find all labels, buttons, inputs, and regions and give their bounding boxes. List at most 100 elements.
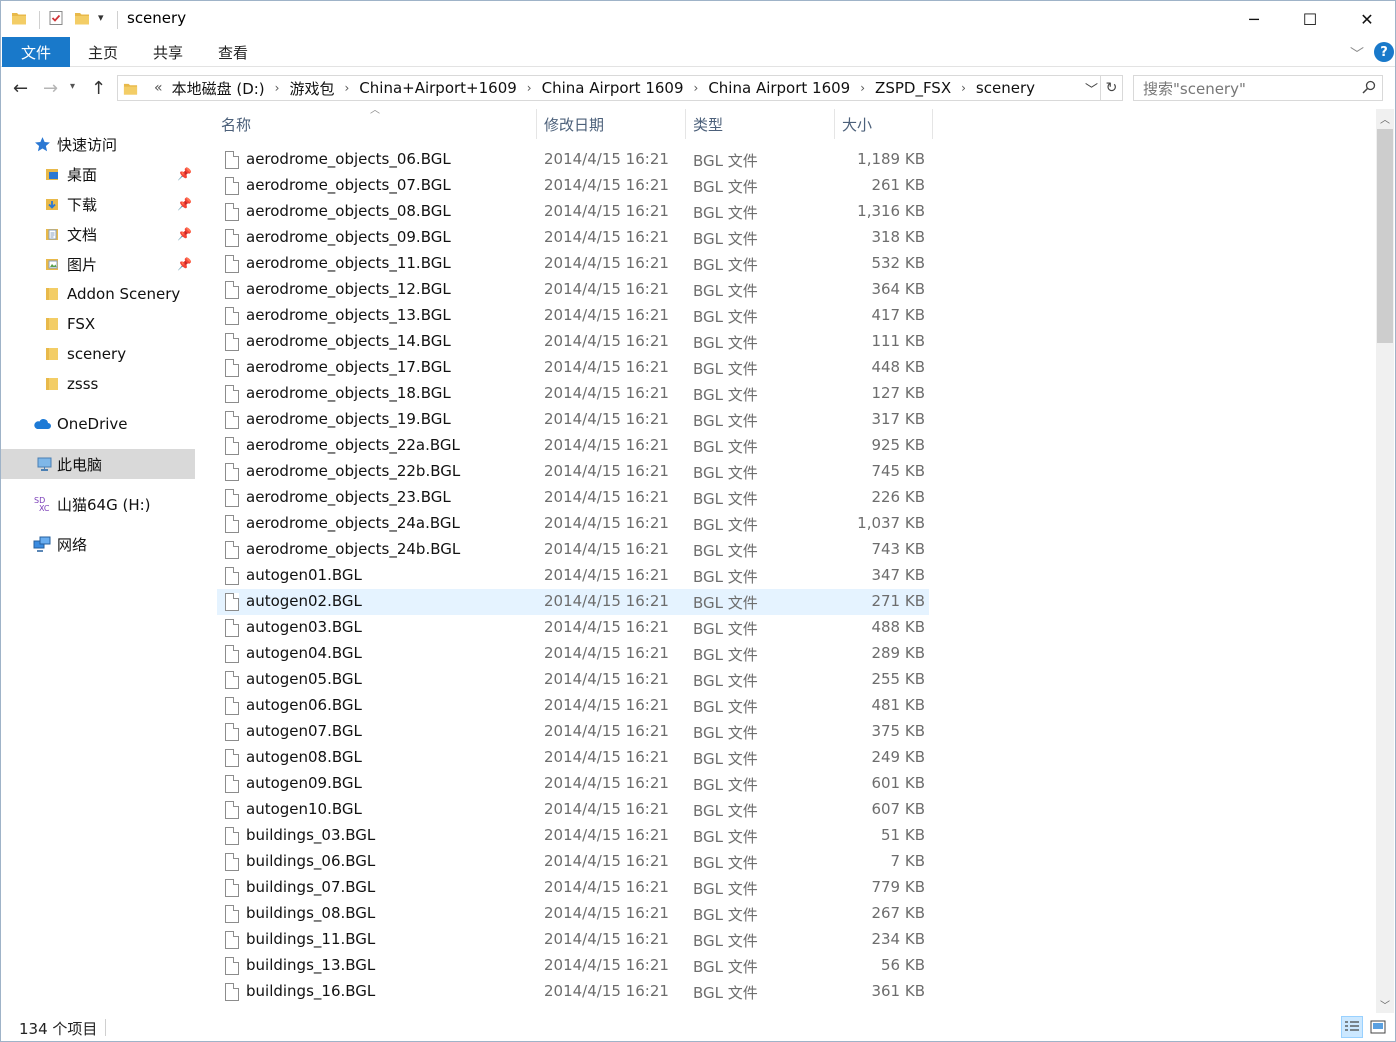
file-row[interactable]: autogen03.BGL 2014/4/15 16:21 BGL 文件 488 KB bbox=[217, 615, 929, 641]
sidebar-item-pictures[interactable]: 图片 📌 bbox=[1, 249, 195, 279]
breadcrumb-separator-icon[interactable]: › bbox=[527, 81, 532, 95]
column-divider[interactable] bbox=[685, 109, 686, 139]
breadcrumb-item[interactable]: ZSPD_FSX bbox=[875, 79, 951, 97]
sidebar-item-drive-h[interactable]: SD XC 山猫64G (H:) bbox=[1, 489, 195, 519]
sidebar-item-desktop[interactable]: 桌面 📌 bbox=[1, 159, 195, 189]
vertical-scrollbar[interactable]: ︿ ﹀ bbox=[1376, 109, 1394, 1013]
tab-home[interactable]: 主页 bbox=[73, 37, 133, 67]
file-row[interactable]: aerodrome_objects_08.BGL 2014/4/15 16:21 B… bbox=[217, 199, 929, 225]
file-row[interactable]: autogen10.BGL 2014/4/15 16:21 BGL 文件 607 KB bbox=[217, 797, 929, 823]
breadcrumb-item[interactable]: China+Airport+1609 bbox=[359, 79, 517, 97]
file-row[interactable]: aerodrome_objects_23.BGL 2014/4/15 16:21 B… bbox=[217, 485, 929, 511]
minimize-button[interactable]: ─ bbox=[1225, 1, 1283, 37]
file-row[interactable]: aerodrome_objects_17.BGL 2014/4/15 16:21 B… bbox=[217, 355, 929, 381]
file-row[interactable]: autogen02.BGL 2014/4/15 16:21 BGL 文件 271 KB bbox=[217, 589, 929, 615]
scroll-up-arrow-icon[interactable]: ︿ bbox=[1376, 109, 1394, 127]
tab-view[interactable]: 查看 bbox=[203, 37, 263, 67]
column-divider[interactable] bbox=[834, 109, 835, 139]
refresh-icon[interactable]: ↻ bbox=[1100, 76, 1122, 100]
file-row[interactable]: aerodrome_objects_19.BGL 2014/4/15 16:21 B… bbox=[217, 407, 929, 433]
search-input[interactable]: 搜索"scenery" bbox=[1133, 75, 1383, 101]
file-row[interactable]: aerodrome_objects_12.BGL 2014/4/15 16:21 B… bbox=[217, 277, 929, 303]
file-row[interactable]: buildings_13.BGL 2014/4/15 16:21 BGL 文件 56 … bbox=[217, 953, 929, 979]
expand-ribbon-chevron-icon[interactable]: ﹀ bbox=[1350, 44, 1364, 64]
sidebar-item-onedrive[interactable]: OneDrive bbox=[1, 409, 195, 439]
breadcrumb-separator-icon[interactable]: › bbox=[275, 81, 280, 95]
breadcrumb-separator-icon[interactable]: › bbox=[344, 81, 349, 95]
details-view-button[interactable] bbox=[1341, 1016, 1363, 1038]
breadcrumb-separator-icon[interactable]: › bbox=[961, 81, 966, 95]
file-row[interactable]: buildings_03.BGL 2014/4/15 16:21 BGL 文件 51 … bbox=[217, 823, 929, 849]
file-row[interactable]: buildings_06.BGL 2014/4/15 16:21 BGL 文件 7 K… bbox=[217, 849, 929, 875]
breadcrumb-item[interactable]: 本地磁盘 (D:) bbox=[172, 78, 265, 99]
up-arrow-icon[interactable]: ↑ bbox=[91, 78, 106, 99]
file-row[interactable]: aerodrome_objects_14.BGL 2014/4/15 16:21 B… bbox=[217, 329, 929, 355]
sidebar-item-zsss[interactable]: zsss bbox=[1, 369, 195, 399]
scrollbar-thumb[interactable] bbox=[1377, 129, 1393, 343]
sidebar-item-network[interactable]: 网络 bbox=[1, 529, 195, 559]
breadcrumb-item[interactable]: China Airport 1609 bbox=[542, 79, 684, 97]
file-row[interactable]: aerodrome_objects_22b.BGL 2014/4/15 16:21… bbox=[217, 459, 929, 485]
pin-icon[interactable]: 📌 bbox=[177, 257, 192, 271]
column-header-size[interactable]: 大小 bbox=[842, 109, 932, 139]
search-icon[interactable] bbox=[1362, 80, 1376, 98]
file-row[interactable]: buildings_07.BGL 2014/4/15 16:21 BGL 文件 779… bbox=[217, 875, 929, 901]
back-arrow-icon[interactable]: ← bbox=[13, 78, 28, 99]
column-header-name[interactable]: 名称 bbox=[221, 109, 535, 139]
sidebar-item-addon-scenery[interactable]: Addon Scenery bbox=[1, 279, 195, 309]
file-row[interactable]: autogen01.BGL 2014/4/15 16:21 BGL 文件 347 KB bbox=[217, 563, 929, 589]
file-row[interactable]: buildings_16.BGL 2014/4/15 16:21 BGL 文件 361… bbox=[217, 979, 929, 1005]
scroll-down-arrow-icon[interactable]: ﹀ bbox=[1376, 995, 1394, 1013]
breadcrumb-separator-icon[interactable]: › bbox=[860, 81, 865, 95]
file-row[interactable]: autogen06.BGL 2014/4/15 16:21 BGL 文件 481 KB bbox=[217, 693, 929, 719]
sidebar-item-fsx[interactable]: FSX bbox=[1, 309, 195, 339]
help-icon[interactable]: ? bbox=[1374, 42, 1394, 62]
column-divider[interactable] bbox=[536, 109, 537, 139]
sidebar-item-label: FSX bbox=[67, 315, 96, 333]
file-row[interactable]: aerodrome_objects_07.BGL 2014/4/15 16:21 B… bbox=[217, 173, 929, 199]
column-divider[interactable] bbox=[932, 109, 933, 139]
file-row[interactable]: aerodrome_objects_24a.BGL 2014/4/15 16:21… bbox=[217, 511, 929, 537]
file-row[interactable]: buildings_08.BGL 2014/4/15 16:21 BGL 文件 267… bbox=[217, 901, 929, 927]
sidebar-item-scenery[interactable]: scenery bbox=[1, 339, 195, 369]
breadcrumb-item-current[interactable]: scenery bbox=[976, 79, 1035, 97]
file-row[interactable]: buildings_11.BGL 2014/4/15 16:21 BGL 文件 234… bbox=[217, 927, 929, 953]
file-row[interactable]: aerodrome_objects_18.BGL 2014/4/15 16:21 B… bbox=[217, 381, 929, 407]
breadcrumb-separator-icon[interactable]: › bbox=[694, 81, 699, 95]
address-bar[interactable]: « 本地磁盘 (D:) › 游戏包 › China+Airport+1609 ›… bbox=[117, 75, 1123, 101]
customize-toolbar-chevron-icon[interactable]: ▾ bbox=[98, 11, 104, 24]
column-header-type[interactable]: 类型 bbox=[693, 109, 833, 139]
breadcrumb-item[interactable]: China Airport 1609 bbox=[708, 79, 850, 97]
sidebar-item-this-pc[interactable]: 此电脑 bbox=[1, 449, 195, 479]
file-row[interactable]: autogen08.BGL 2014/4/15 16:21 BGL 文件 249 KB bbox=[217, 745, 929, 771]
file-row[interactable]: autogen09.BGL 2014/4/15 16:21 BGL 文件 601 KB bbox=[217, 771, 929, 797]
sidebar-item-documents[interactable]: 文档 📌 bbox=[1, 219, 195, 249]
file-row[interactable]: autogen04.BGL 2014/4/15 16:21 BGL 文件 289 KB bbox=[217, 641, 929, 667]
file-row[interactable]: aerodrome_objects_22a.BGL 2014/4/15 16:21… bbox=[217, 433, 929, 459]
recent-locations-chevron-icon[interactable]: ▾ bbox=[70, 81, 75, 92]
tab-share[interactable]: 共享 bbox=[138, 37, 198, 67]
file-row[interactable]: autogen05.BGL 2014/4/15 16:21 BGL 文件 255 KB bbox=[217, 667, 929, 693]
address-history-chevron-icon[interactable]: ﹀ bbox=[1085, 79, 1098, 98]
sidebar-item-downloads[interactable]: 下载 📌 bbox=[1, 189, 195, 219]
column-header-modified[interactable]: 修改日期 bbox=[544, 109, 684, 139]
close-button[interactable]: ✕ bbox=[1338, 1, 1396, 37]
file-row[interactable]: aerodrome_objects_13.BGL 2014/4/15 16:21 B… bbox=[217, 303, 929, 329]
properties-icon[interactable] bbox=[48, 10, 64, 30]
breadcrumb-overflow[interactable]: « bbox=[154, 80, 163, 96]
pin-icon[interactable]: 📌 bbox=[177, 197, 192, 211]
pin-icon[interactable]: 📌 bbox=[177, 167, 192, 181]
file-row[interactable]: aerodrome_objects_24b.BGL 2014/4/15 16:21… bbox=[217, 537, 929, 563]
new-folder-icon[interactable] bbox=[74, 10, 90, 30]
file-row[interactable]: aerodrome_objects_11.BGL 2014/4/15 16:21 B… bbox=[217, 251, 929, 277]
file-row[interactable]: aerodrome_objects_06.BGL 2014/4/15 16:21 B… bbox=[217, 147, 929, 173]
file-row[interactable]: autogen07.BGL 2014/4/15 16:21 BGL 文件 375 KB bbox=[217, 719, 929, 745]
file-row[interactable]: aerodrome_objects_09.BGL 2014/4/15 16:21 B… bbox=[217, 225, 929, 251]
tab-file[interactable]: 文件 bbox=[2, 37, 70, 67]
pin-icon[interactable]: 📌 bbox=[177, 227, 192, 241]
large-icons-view-button[interactable] bbox=[1367, 1016, 1389, 1038]
forward-arrow-icon[interactable]: → bbox=[43, 78, 58, 99]
breadcrumb-item[interactable]: 游戏包 bbox=[289, 78, 334, 99]
maximize-button[interactable]: ☐ bbox=[1281, 1, 1339, 37]
sidebar-item-quick-access[interactable]: 快速访问 bbox=[1, 129, 195, 159]
